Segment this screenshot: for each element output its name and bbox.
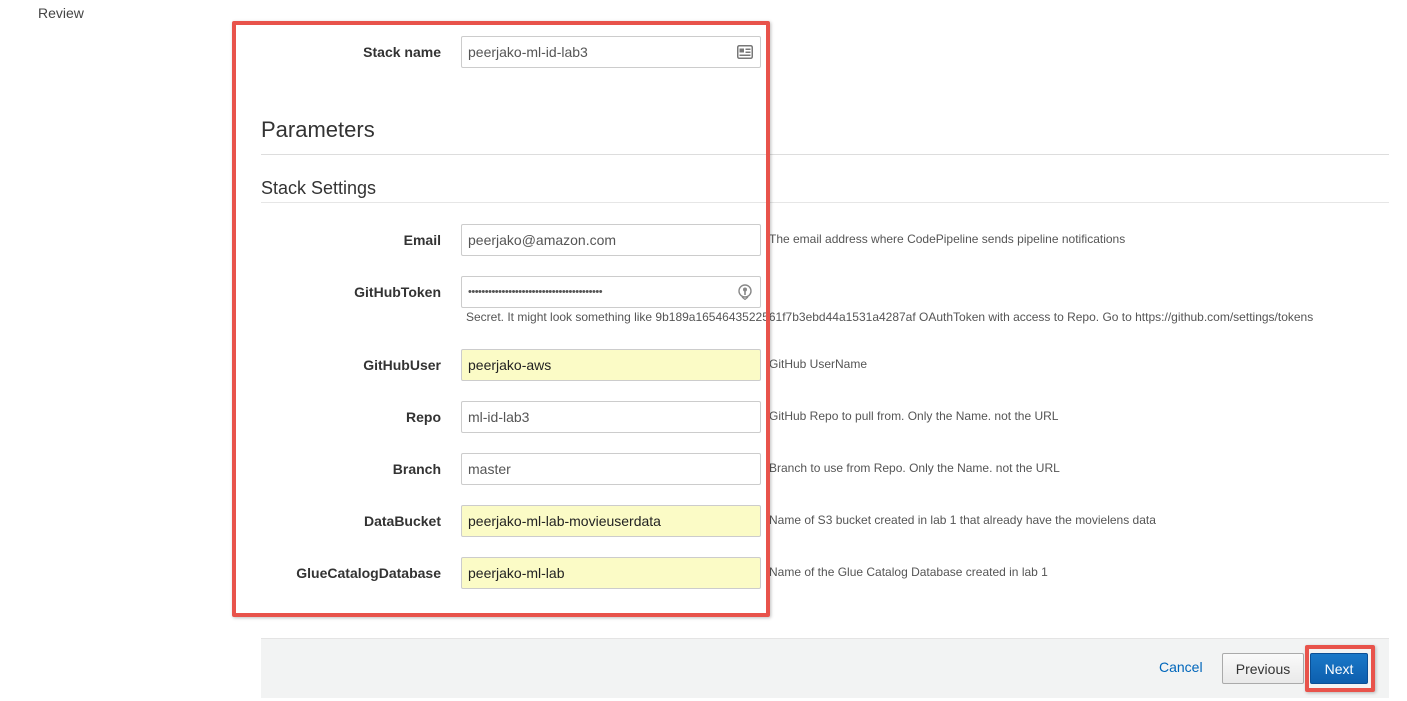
subsection-divider xyxy=(261,202,1389,203)
github-token-row: GitHubToken Secret. It might look someth… xyxy=(0,276,1407,324)
data-bucket-description: Name of S3 bucket created in lab 1 that … xyxy=(769,513,1156,527)
contact-card-icon xyxy=(737,45,753,59)
glue-db-label: GlueCatalogDatabase xyxy=(296,565,441,581)
github-token-input[interactable] xyxy=(461,276,761,308)
github-user-input[interactable] xyxy=(461,349,761,381)
previous-button[interactable]: Previous xyxy=(1222,653,1304,684)
repo-description: GitHub Repo to pull from. Only the Name.… xyxy=(769,409,1059,423)
parameters-heading: Parameters xyxy=(261,117,375,142)
email-label: Email xyxy=(403,232,441,248)
github-token-label: GitHubToken xyxy=(354,284,441,300)
stack-settings-heading: Stack Settings xyxy=(261,178,377,198)
email-row: Email The email address where CodePipeli… xyxy=(0,224,1407,256)
repo-label: Repo xyxy=(406,409,441,425)
next-button[interactable]: Next xyxy=(1310,653,1368,684)
github-user-description: GitHub UserName xyxy=(769,357,868,371)
branch-row: Branch Branch to use from Repo. Only the… xyxy=(0,453,1407,485)
section-divider xyxy=(261,154,1389,155)
data-bucket-input[interactable] xyxy=(461,505,761,537)
data-bucket-row: DataBucket Name of S3 bucket created in … xyxy=(0,505,1407,537)
branch-description: Branch to use from Repo. Only the Name. … xyxy=(769,461,1060,475)
email-description: The email address where CodePipeline sen… xyxy=(769,232,1126,246)
email-input[interactable] xyxy=(461,224,761,256)
key-lock-icon xyxy=(738,284,754,300)
stack-name-input[interactable] xyxy=(461,36,761,68)
nav-step-review[interactable]: Review xyxy=(38,5,84,21)
glue-db-row: GlueCatalogDatabase Name of the Glue Cat… xyxy=(0,557,1407,589)
branch-label: Branch xyxy=(392,461,441,477)
github-user-label: GitHubUser xyxy=(363,357,441,373)
stack-name-label: Stack name xyxy=(363,44,441,60)
glue-db-description: Name of the Glue Catalog Database create… xyxy=(769,565,1048,579)
github-token-description: Secret. It might look something like 9b1… xyxy=(466,310,1314,324)
repo-row: Repo GitHub Repo to pull from. Only the … xyxy=(0,401,1407,433)
data-bucket-label: DataBucket xyxy=(363,513,441,529)
repo-input[interactable] xyxy=(461,401,761,433)
glue-db-input[interactable] xyxy=(461,557,761,589)
stack-name-row: Stack name xyxy=(0,36,1407,68)
wizard-footer xyxy=(261,638,1389,698)
github-user-row: GitHubUser GitHub UserName xyxy=(0,349,1407,381)
cancel-link[interactable]: Cancel xyxy=(1159,659,1203,675)
branch-input[interactable] xyxy=(461,453,761,485)
